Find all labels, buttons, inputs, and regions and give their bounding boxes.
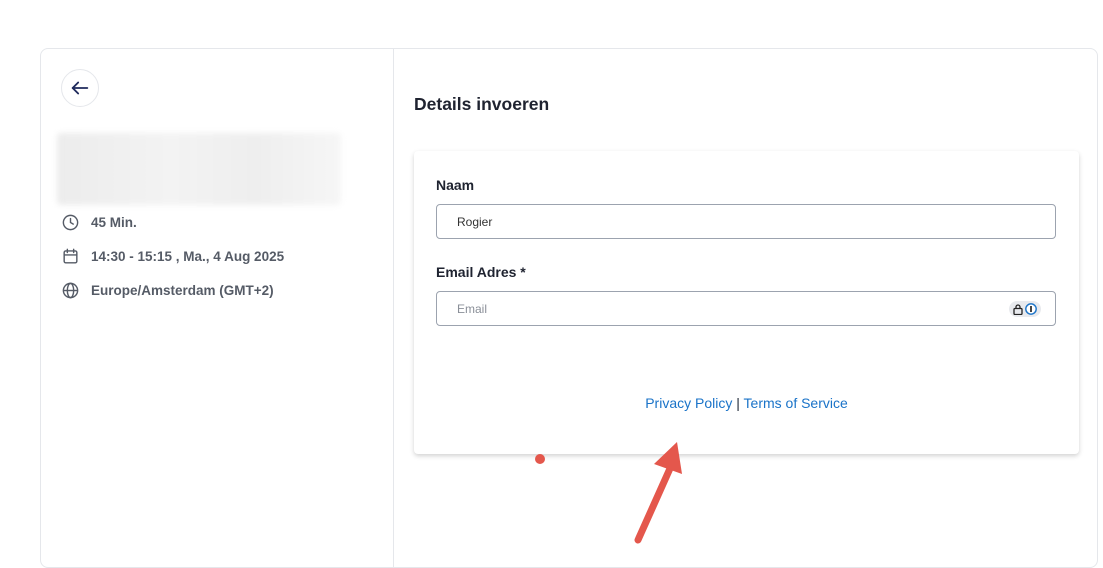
datetime-text: 14:30 - 15:15 , Ma., 4 Aug 2025 bbox=[91, 249, 285, 264]
event-summary-panel: 45 Min. 14:30 - 15:15 , Ma., 4 Aug 2025 … bbox=[41, 49, 394, 567]
legal-links: Privacy Policy | Terms of Service bbox=[414, 395, 1079, 411]
name-label: Naam bbox=[436, 177, 475, 193]
booking-card: 45 Min. 14:30 - 15:15 , Ma., 4 Aug 2025 … bbox=[40, 48, 1098, 568]
details-panel: Details invoeren Naam Email Adres * bbox=[394, 49, 1097, 567]
duration-text: 45 Min. bbox=[91, 215, 137, 230]
arrow-left-icon bbox=[71, 81, 89, 95]
calendar-icon bbox=[63, 248, 78, 264]
email-field-wrapper bbox=[436, 291, 1056, 326]
page-title: Details invoeren bbox=[414, 94, 550, 114]
privacy-policy-link[interactable]: Privacy Policy bbox=[645, 395, 732, 411]
lock-icon bbox=[1013, 303, 1023, 315]
terms-of-service-link[interactable]: Terms of Service bbox=[744, 395, 848, 411]
clock-icon bbox=[62, 214, 79, 231]
timezone-row: Europe/Amsterdam (GMT+2) bbox=[61, 281, 274, 300]
datetime-row: 14:30 - 15:15 , Ma., 4 Aug 2025 bbox=[61, 247, 284, 266]
annotation-arrow-icon bbox=[634, 442, 682, 544]
back-button[interactable] bbox=[61, 69, 99, 107]
onepassword-icon bbox=[1025, 303, 1037, 315]
globe-icon bbox=[62, 282, 79, 299]
details-form: Naam Email Adres * bbox=[414, 151, 1079, 454]
password-manager-icon[interactable] bbox=[1009, 301, 1041, 317]
annotation-dot bbox=[535, 454, 545, 464]
blurred-event-title bbox=[57, 133, 341, 205]
email-input[interactable] bbox=[457, 292, 997, 325]
duration-row: 45 Min. bbox=[61, 213, 137, 232]
name-field-wrapper bbox=[436, 204, 1056, 239]
email-label: Email Adres * bbox=[436, 264, 526, 280]
link-separator: | bbox=[736, 395, 740, 411]
name-input[interactable] bbox=[457, 205, 997, 238]
timezone-text: Europe/Amsterdam (GMT+2) bbox=[91, 283, 274, 298]
